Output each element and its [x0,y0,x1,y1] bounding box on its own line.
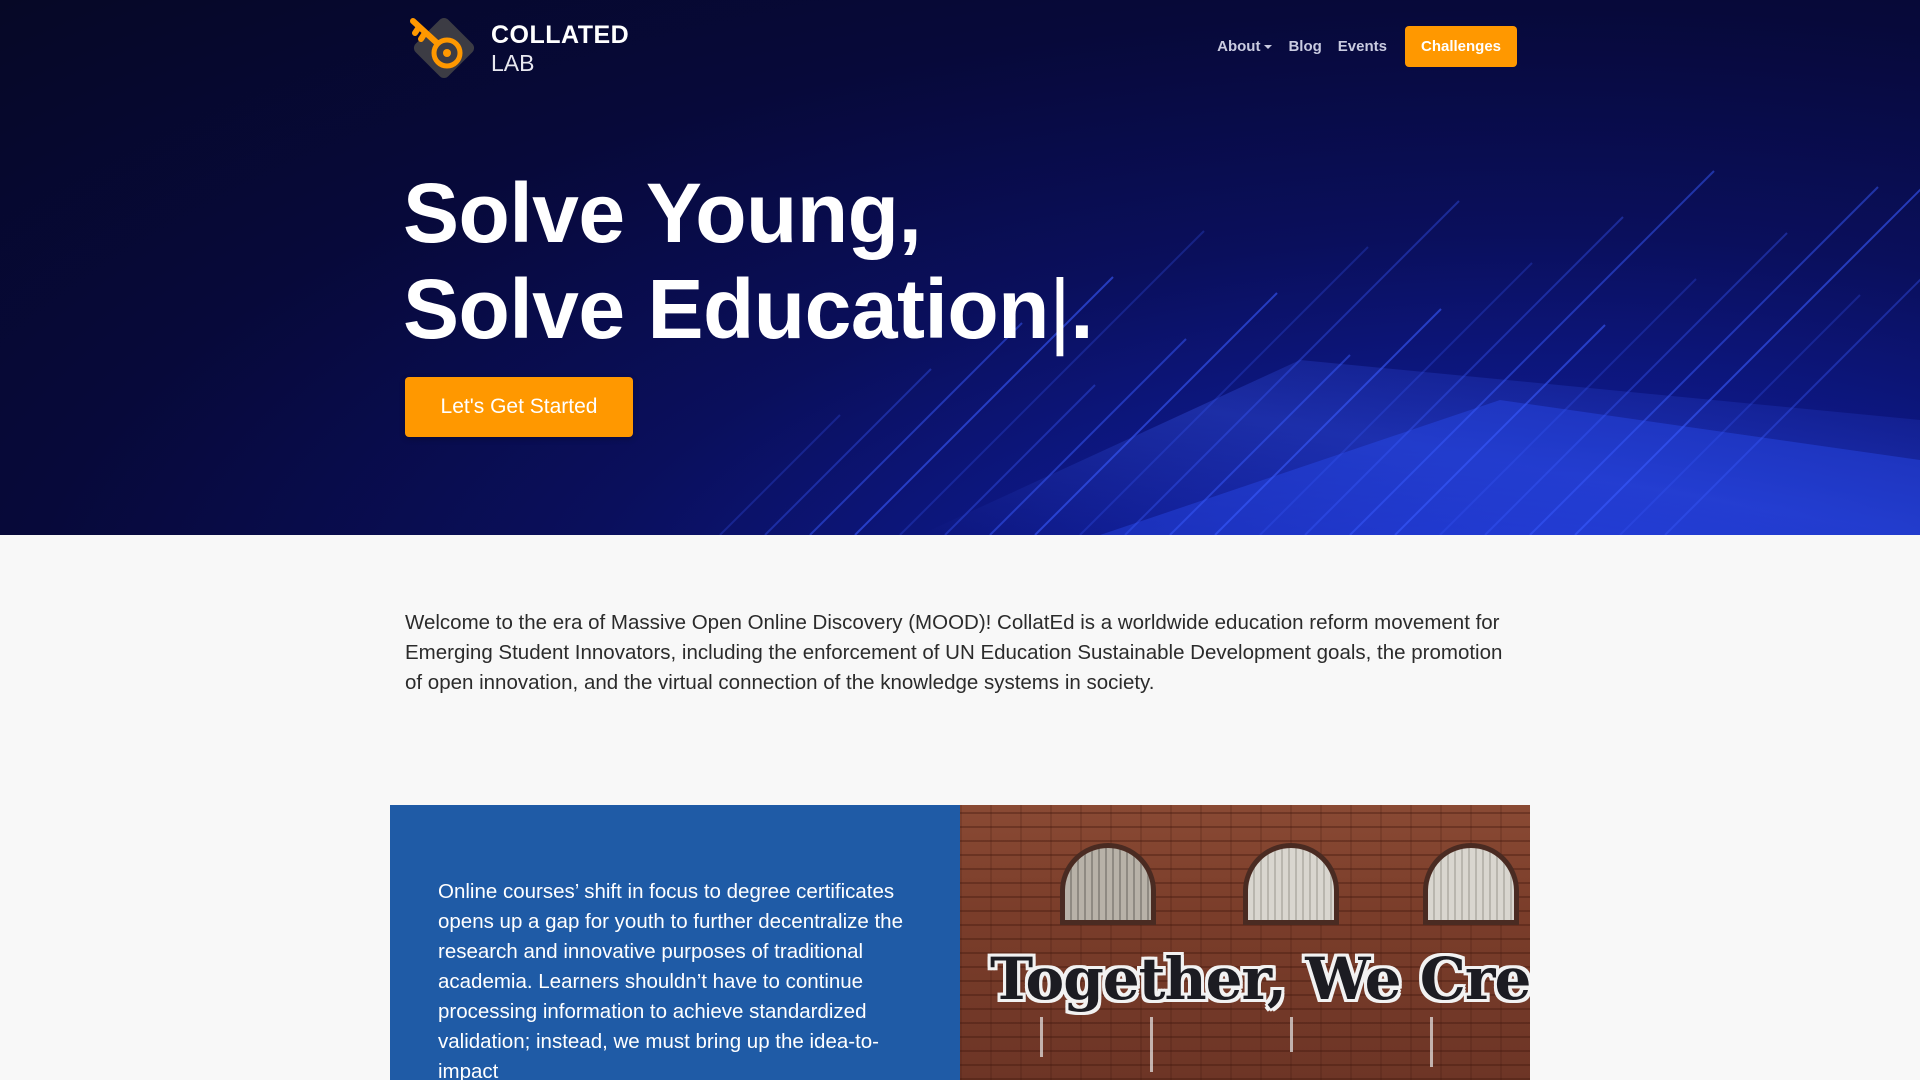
hero-headline-line1: Solve Young, [403,166,922,260]
intro-paragraph: Welcome to the era of Massive Open Onlin… [405,611,1503,694]
paint-drip [1430,1017,1433,1067]
challenges-button[interactable]: Challenges [1405,26,1517,67]
nav-about-label: About [1217,38,1261,55]
hero-headline-line2: Solve Education|. [403,261,1094,357]
caret-down-icon [1264,44,1273,49]
hero-streak-line [764,368,932,535]
typing-cursor: | [1048,262,1071,356]
brand-name: COLLATED LAB [491,21,629,77]
hero-headline-period: . [1070,262,1094,356]
paint-drip [1040,1017,1043,1057]
hero-headline-line2-text: Solve Education [403,262,1049,356]
brand-name-line1: COLLATED [491,21,630,49]
hero-headline: Solve Young, Solve Education|. [403,165,1094,357]
arched-window [1423,843,1519,925]
brand-name-line2: LAB [491,50,535,76]
key-diamond-logo-icon [410,17,475,79]
feature-section: Online courses’ shift in focus to degree… [390,805,1530,1080]
paint-drip [1150,1017,1153,1072]
nav-events[interactable]: Events [1338,38,1387,55]
arched-window [1243,843,1339,925]
nav-blog[interactable]: Blog [1288,38,1321,55]
hero-section: COLLATED LAB About Blog Events Challenge… [0,0,1920,535]
hero-streak-line [719,414,841,535]
nav-about[interactable]: About [1217,38,1273,55]
feature-image: Together, We Create! [960,805,1530,1080]
paint-drip [1290,1017,1293,1052]
feature-text: Online courses’ shift in focus to degree… [390,805,960,1080]
graffiti-caption: Together, We Create! [990,945,1530,1013]
main-nav: About Blog Events Challenges [1217,26,1517,67]
arched-window [1060,843,1156,925]
brand-logo[interactable]: COLLATED LAB [403,11,629,87]
get-started-button[interactable]: Let's Get Started [405,377,633,437]
